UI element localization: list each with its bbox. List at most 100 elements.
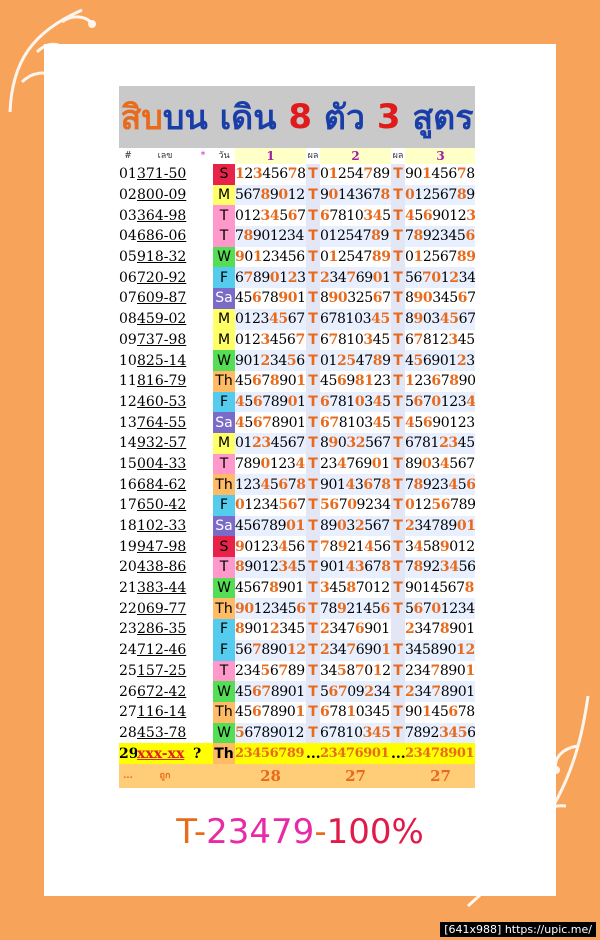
formula-set: 23456789 — [235, 743, 306, 764]
row-star — [193, 454, 213, 475]
row-number: 14 — [119, 432, 137, 454]
row-number: 26 — [119, 681, 137, 702]
row-number: 15 — [119, 453, 137, 475]
formula-set: 67812345 — [405, 329, 475, 351]
header-star: * — [193, 148, 213, 164]
formula-set: 45678901 — [235, 288, 306, 309]
footer-dots: ... — [119, 763, 137, 788]
row-number: 20 — [119, 557, 137, 578]
result-mark: T — [391, 474, 405, 495]
formula-set: 56701234 — [405, 391, 475, 413]
header-code: เลข — [137, 148, 193, 164]
row-number: 07 — [119, 288, 137, 309]
table-row: 15004-33T78901234T23476901T89034567T — [119, 453, 475, 475]
title-part: บน — [162, 98, 220, 138]
day-badge: F — [213, 495, 235, 516]
formula-set: 01256789 — [405, 495, 475, 516]
formula-set: 67810345 — [320, 329, 391, 351]
result-mark: T — [391, 350, 405, 371]
formula-set: 23478901 — [405, 743, 475, 764]
formula-set: 12367890 — [405, 370, 475, 392]
day-badge: F — [213, 639, 235, 661]
result-mark: T — [306, 329, 320, 351]
formula-set: 23478901 — [405, 619, 475, 640]
row-code: 816-79 — [137, 370, 193, 392]
row-star — [193, 288, 213, 309]
formula-set: 34589012 — [405, 639, 475, 661]
table-row: 27116-14Th45678901T67810345T90145678T — [119, 701, 475, 723]
row-star — [193, 723, 213, 744]
result-mark: T — [391, 701, 405, 723]
result-number: 23479 — [206, 812, 315, 852]
formula-set: 90123456 — [235, 246, 306, 268]
row-number: 28 — [119, 722, 137, 744]
result-mark: T — [306, 267, 320, 289]
result-mark: T — [391, 495, 405, 516]
row-star — [193, 495, 213, 516]
formula-set: 01234567 — [235, 329, 306, 351]
result-mark: T — [306, 308, 320, 330]
formula-set: 90145678 — [405, 164, 475, 185]
formula-set: 89032567 — [320, 515, 391, 537]
result-mark: T — [391, 288, 405, 309]
pending-mark: ... — [391, 743, 405, 764]
formula-set: 23456789 — [235, 660, 306, 682]
formula-set: 01254789 — [320, 226, 391, 247]
result-mark: T — [306, 288, 320, 309]
row-number: 24 — [119, 639, 137, 661]
formula-set: 89032567 — [320, 288, 391, 309]
formula-set: 90123456 — [235, 350, 306, 371]
row-number: 25 — [119, 660, 137, 682]
formula-set: 23478901 — [405, 681, 475, 702]
formula-set: 45678901 — [235, 412, 306, 433]
hit-count: 27 — [405, 763, 475, 788]
day-badge: F — [213, 391, 235, 413]
formula-set: 89032567 — [320, 432, 391, 454]
row-star — [193, 309, 213, 330]
row-number: 08 — [119, 308, 137, 330]
row-code: 453-78 — [137, 722, 193, 744]
table-row: 22069-77Th90123456T78921456T56701234T — [119, 598, 475, 620]
footer-label: ถูก — [137, 763, 193, 788]
row-code: 069-77 — [137, 598, 193, 620]
header-set2: 2 — [320, 148, 391, 164]
bottom-result: T-23479-100% — [0, 812, 600, 852]
result-mark: T — [306, 577, 320, 599]
row-code: 286-35 — [137, 619, 193, 640]
row-code: 712-46 — [137, 639, 193, 661]
result-mark: T — [306, 515, 320, 537]
formula-set: 78923456 — [405, 722, 475, 744]
row-code: 364-98 — [137, 205, 193, 227]
formula-set: 01234567 — [235, 308, 306, 330]
formula-set: 56789012 — [235, 639, 306, 661]
formula-set: 90143678 — [320, 557, 391, 578]
row-number: 11 — [119, 370, 137, 392]
row-number: 23 — [119, 619, 137, 640]
row-star: ? — [193, 743, 213, 764]
day-badge: W — [213, 722, 235, 744]
formula-table: # เลข * วัน 1 ผล 2 ผล 3 ผล 01371-50S1234… — [119, 148, 475, 788]
table-row: 13764-55Sa45678901T67810345T45690123T — [119, 412, 475, 433]
day-badge: M — [213, 432, 235, 454]
footer-spacer — [213, 763, 235, 788]
row-code: 800-09 — [137, 184, 193, 206]
result-mark: T — [306, 184, 320, 206]
result-mark: T — [391, 164, 405, 185]
result-mark: T — [306, 660, 320, 682]
table-row: 17650-42F01234567T56709234T01256789T — [119, 495, 475, 516]
row-star — [193, 516, 213, 537]
row-star — [193, 433, 213, 454]
formula-set: 78901234 — [235, 226, 306, 247]
day-badge: T — [213, 226, 235, 247]
row-code: 737-98 — [137, 329, 193, 351]
result-mark: T — [306, 639, 320, 661]
row-number: 21 — [119, 577, 137, 599]
row-number: 02 — [119, 184, 137, 206]
result-mark: T — [306, 246, 320, 268]
formula-set: 01254789 — [320, 350, 391, 371]
result-mark: T — [391, 536, 405, 558]
formula-set: 12345678 — [235, 164, 306, 185]
row-star — [193, 557, 213, 578]
table-row: 08459-02M01234567T67810345T89034567T — [119, 308, 475, 330]
table-row: 01371-50S12345678T01254789T90145678T — [119, 164, 475, 185]
